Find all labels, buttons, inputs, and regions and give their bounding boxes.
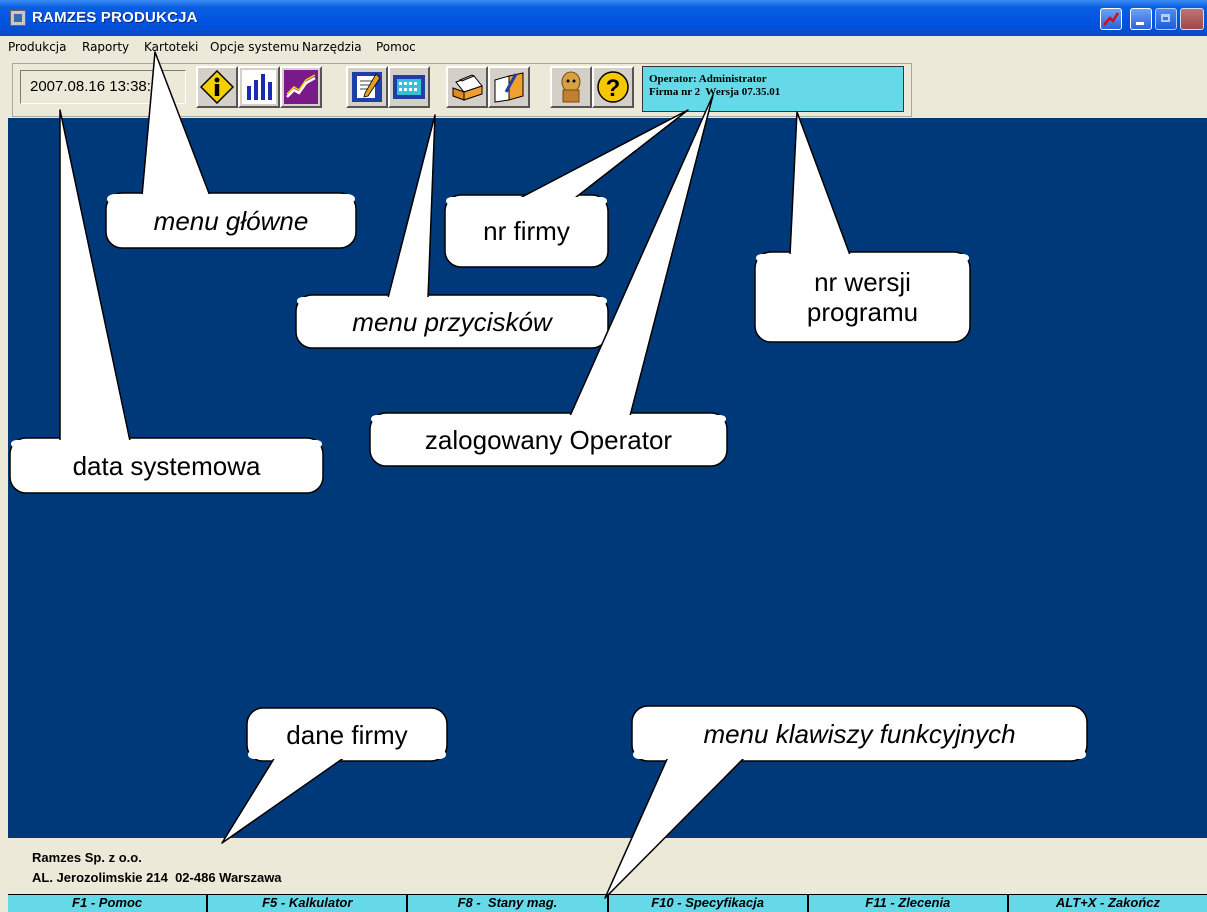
figure-icon <box>561 71 581 103</box>
menu-raporty[interactable]: Raporty <box>82 40 129 54</box>
book-button[interactable] <box>488 66 530 108</box>
callout-zalogowany-operator: zalogowany Operator <box>424 424 673 455</box>
fkey-f1[interactable]: F1 - Pomoc <box>8 895 206 912</box>
svg-text:?: ? <box>606 75 621 102</box>
company-name: Ramzes Sp. z o.o. <box>32 850 142 865</box>
callout-data-systemowa: data systemowa <box>72 450 261 481</box>
figure-button[interactable] <box>550 66 592 108</box>
operator-info-box: Operator: Administrator Firma nr 2 Wersj… <box>642 66 904 112</box>
bar-chart-icon <box>242 70 276 104</box>
print-button[interactable] <box>446 66 488 108</box>
company-info: Ramzes Sp. z o.o. AL. Jerozolimskie 214 … <box>8 838 1207 894</box>
callout-menu-przyciskow: menu przycisków <box>352 306 552 337</box>
title-bar[interactable]: RAMZES PRODUKCJA <box>0 0 1207 36</box>
callout-menu-glowne: menu główne <box>153 205 309 236</box>
info-icon <box>200 70 234 104</box>
info-button[interactable] <box>196 66 238 108</box>
stats-button[interactable] <box>238 66 280 108</box>
callout-nr-wersji: nr wersji programu <box>806 267 919 327</box>
callout-menu-klawiszy: menu klawiszy funkcyjnych <box>703 718 1016 749</box>
left-border <box>0 118 8 912</box>
main-menu-bar: Produkcja Raporty Kartoteki Opcje system… <box>0 36 1207 58</box>
system-datetime: 2007.08.16 13:38:21 <box>20 70 186 104</box>
application-window: RAMZES PRODUKCJA Produkcja Raporty Karto… <box>0 0 1207 912</box>
fkey-f5[interactable]: F5 - Kalkulator <box>206 895 406 912</box>
fkey-f11[interactable]: F11 - Zlecenia <box>806 895 1007 912</box>
fkey-alt-x[interactable]: ALT+X - Zakończ <box>1006 895 1207 912</box>
firm-version-label: Firma nr 2 Wersja 07.35.01 <box>649 86 781 98</box>
menu-pomoc[interactable]: Pomoc <box>376 40 416 54</box>
minimize-button[interactable] <box>1130 8 1152 30</box>
menu-opcje-systemu[interactable]: Opcje systemu <box>210 40 299 54</box>
menu-narzedzia[interactable]: Narzędzia <box>302 40 362 54</box>
calculator-button[interactable] <box>388 66 430 108</box>
app-icon[interactable] <box>10 10 26 26</box>
printer-icon <box>452 74 483 101</box>
function-key-bar: F1 - Pomoc F5 - Kalkulator F8 - Stany ma… <box>8 894 1207 912</box>
fkey-f10[interactable]: F10 - Specyfikacja <box>606 895 807 912</box>
book-icon <box>494 72 524 103</box>
company-address: AL. Jerozolimskie 214 02-486 Warszawa <box>32 870 282 885</box>
line-chart-icon <box>284 70 318 104</box>
maximize-button[interactable] <box>1155 8 1177 30</box>
menu-produkcja[interactable]: Produkcja <box>8 40 67 54</box>
callout-dane-firmy: dane firmy <box>286 719 408 750</box>
menu-kartoteki[interactable]: Kartoteki <box>144 40 198 54</box>
callout-nr-firmy: nr firmy <box>483 216 570 246</box>
operator-label: Operator: Administrator <box>649 73 767 85</box>
window-title: RAMZES PRODUKCJA <box>32 9 198 26</box>
notes-button[interactable] <box>346 66 388 108</box>
help-button[interactable]: ? <box>592 66 634 108</box>
close-button[interactable] <box>1180 8 1204 30</box>
system-icon[interactable] <box>1100 8 1122 30</box>
fkey-f8[interactable]: F8 - Stany mag. <box>406 895 606 912</box>
calculator-icon <box>393 75 425 99</box>
notepad-icon <box>352 72 382 102</box>
help-icon: ? <box>597 71 629 103</box>
trend-button[interactable] <box>280 66 322 108</box>
